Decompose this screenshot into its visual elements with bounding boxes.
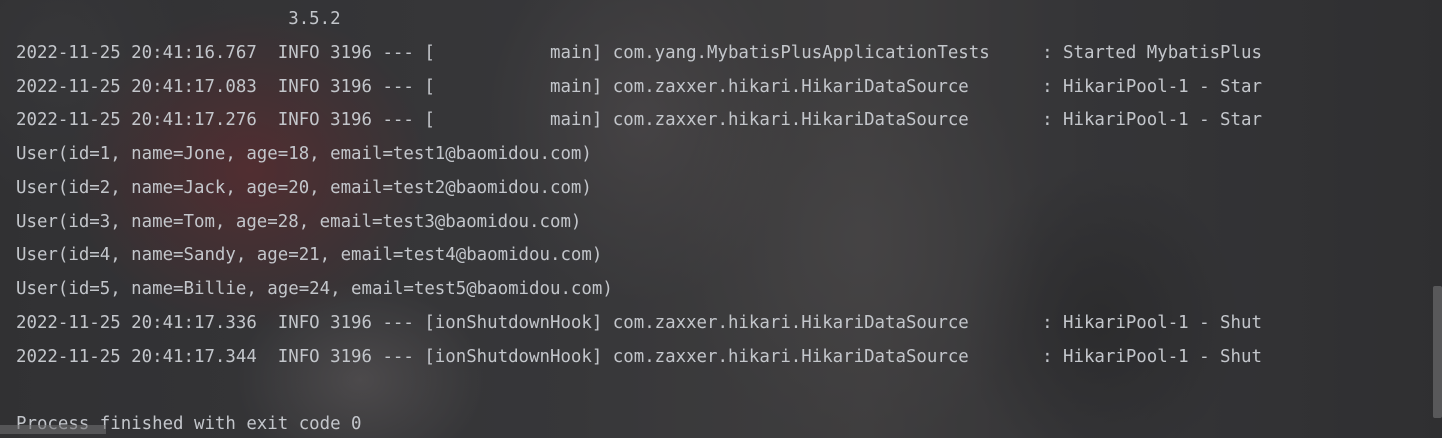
console-line-user: User(id=4, name=Sandy, age=21, email=tes… bbox=[16, 245, 603, 265]
horizontal-scrollbar[interactable] bbox=[0, 425, 106, 434]
console-line-user: User(id=2, name=Jack, age=20, email=test… bbox=[16, 178, 592, 198]
console-line-user: User(id=1, name=Jone, age=18, email=test… bbox=[16, 144, 592, 164]
console-line-log: 2022-11-25 20:41:17.344 INFO 3196 --- [i… bbox=[16, 347, 1262, 367]
console-line-user: User(id=5, name=Billie, age=24, email=te… bbox=[16, 279, 613, 299]
console-line-user: User(id=3, name=Tom, age=28, email=test3… bbox=[16, 212, 582, 232]
console-line-log: 2022-11-25 20:41:17.276 INFO 3196 --- [ … bbox=[16, 110, 1262, 130]
console-line-log: 2022-11-25 20:41:16.767 INFO 3196 --- [ … bbox=[16, 43, 1262, 63]
console-output-panel[interactable]: 3.5.2 2022-11-25 20:41:16.767 INFO 3196 … bbox=[0, 0, 1442, 438]
console-line-version: 3.5.2 bbox=[16, 9, 341, 29]
console-line-log: 2022-11-25 20:41:17.336 INFO 3196 --- [i… bbox=[16, 313, 1262, 333]
console-line-log: 2022-11-25 20:41:17.083 INFO 3196 --- [ … bbox=[16, 77, 1262, 97]
vertical-scrollbar[interactable] bbox=[1433, 286, 1442, 418]
